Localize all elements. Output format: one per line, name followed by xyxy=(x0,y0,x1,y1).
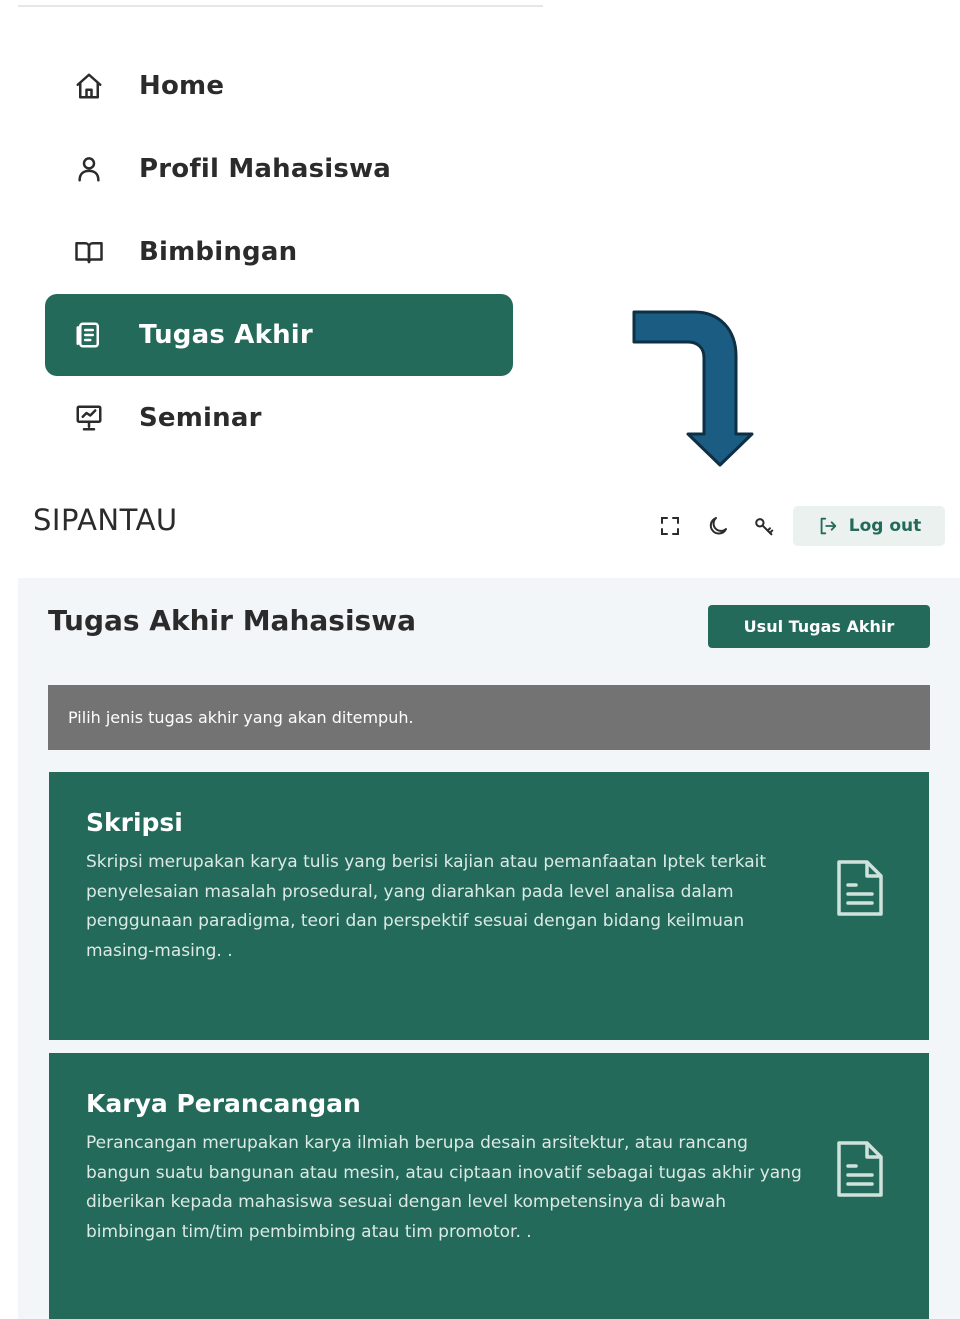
sidebar-item-bimbingan[interactable]: Bimbingan xyxy=(45,211,513,293)
top-divider xyxy=(18,5,543,7)
card-skripsi[interactable]: Skripsi Skripsi merupakan karya tulis ya… xyxy=(49,772,929,1040)
logout-label: Log out xyxy=(848,516,922,536)
file-text-icon xyxy=(837,1141,883,1197)
sidebar-item-profil[interactable]: Profil Mahasiswa xyxy=(45,128,513,210)
user-icon xyxy=(73,153,105,185)
transition-arrow-icon xyxy=(632,310,754,467)
page-title: Tugas Akhir Mahasiswa xyxy=(48,604,416,637)
logout-icon xyxy=(817,515,839,537)
usul-tugas-akhir-button[interactable]: Usul Tugas Akhir xyxy=(708,605,930,648)
file-text-icon xyxy=(837,860,883,916)
card-description: Skripsi merupakan karya tulis yang beris… xyxy=(86,852,767,961)
top-bar: SIPANTAU Log out xyxy=(18,488,960,576)
card-description: Perancangan merupakan karya ilmiah berup… xyxy=(86,1133,802,1242)
card-title: Karya Perancangan xyxy=(86,1089,361,1118)
sidebar-item-label: Tugas Akhir xyxy=(139,320,313,350)
presentation-icon xyxy=(73,402,105,434)
logout-button[interactable]: Log out xyxy=(793,506,945,546)
sidebar-item-label: Bimbingan xyxy=(139,237,298,267)
card-title: Skripsi xyxy=(86,808,183,837)
fullscreen-icon[interactable] xyxy=(656,512,684,540)
moon-icon[interactable] xyxy=(704,512,732,540)
app-brand: SIPANTAU xyxy=(33,503,178,537)
sidebar-item-tugas-akhir[interactable]: Tugas Akhir xyxy=(45,294,513,376)
home-icon xyxy=(73,70,105,102)
document-icon xyxy=(73,319,105,351)
sidebar-item-label: Home xyxy=(139,71,225,101)
info-alert: Pilih jenis tugas akhir yang akan ditemp… xyxy=(48,685,930,750)
key-icon[interactable] xyxy=(750,512,778,540)
sidebar-item-seminar[interactable]: Seminar xyxy=(45,377,513,459)
book-icon xyxy=(73,236,105,268)
sidebar-item-label: Seminar xyxy=(139,403,262,433)
sidebar-item-label: Profil Mahasiswa xyxy=(139,154,392,184)
main-content: Tugas Akhir Mahasiswa Usul Tugas Akhir P… xyxy=(18,578,960,1319)
card-karya-perancangan[interactable]: Karya Perancangan Perancangan merupakan … xyxy=(49,1053,929,1319)
sidebar-item-home[interactable]: Home xyxy=(45,45,513,127)
